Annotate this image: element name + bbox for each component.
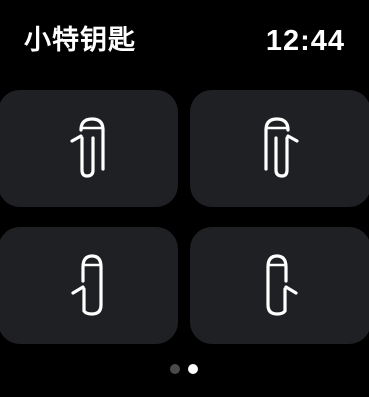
right-front-door-button[interactable] xyxy=(190,90,369,207)
right-rear-door-open-icon xyxy=(265,253,298,316)
page-indicator[interactable] xyxy=(169,364,201,374)
left-front-door-button[interactable] xyxy=(0,90,178,207)
right-rear-door-button[interactable] xyxy=(190,227,369,344)
page-dot-2-active[interactable] xyxy=(188,364,198,374)
left-rear-door-open-icon xyxy=(71,253,103,316)
left-rear-door-button[interactable] xyxy=(0,227,178,344)
page-dot-1[interactable] xyxy=(170,364,180,374)
left-front-door-open-icon xyxy=(70,116,105,178)
right-front-door-open-icon xyxy=(263,116,299,178)
clock: 12:44 xyxy=(265,25,345,57)
app-title: 小特钥匙 xyxy=(24,25,136,56)
